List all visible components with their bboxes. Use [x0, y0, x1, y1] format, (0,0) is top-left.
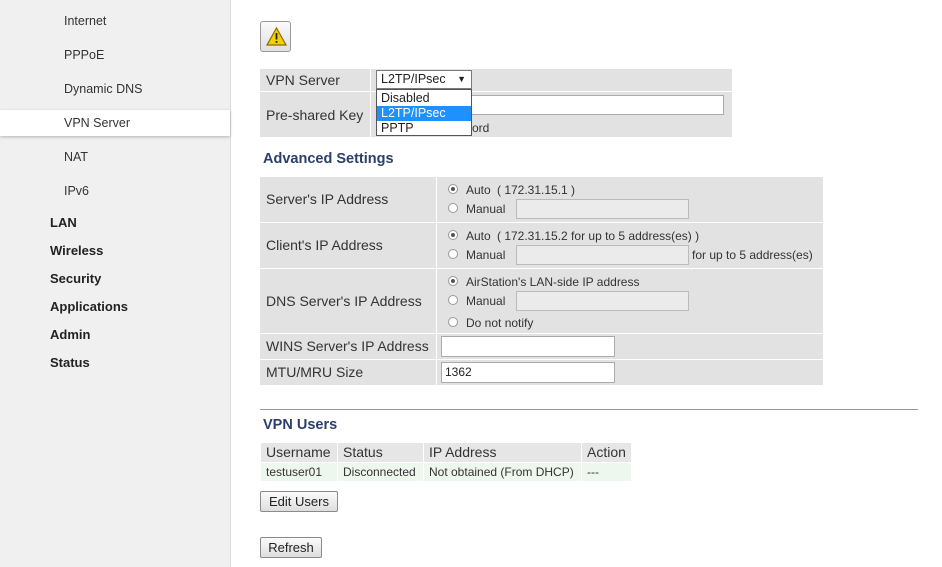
server-ip-manual-radio[interactable] — [448, 203, 458, 213]
server-ip-label: Server's IP Address — [266, 191, 389, 207]
table-divider — [370, 69, 371, 137]
dns-manual-label: Manual — [466, 294, 506, 308]
mtu-mru-input[interactable]: 1362 — [441, 362, 615, 383]
dns-lan-label: AirStation's LAN-side IP address — [466, 275, 640, 289]
edit-users-button[interactable]: Edit Users — [260, 491, 338, 512]
sidebar-item-pppoe[interactable]: PPPoE — [0, 42, 230, 68]
table-row: testuser01 — [261, 463, 337, 481]
warning-button[interactable] — [260, 21, 291, 52]
dns-none-label: Do not notify — [466, 316, 534, 330]
sidebar-item-admin[interactable]: Admin — [50, 327, 90, 342]
users-header-status: Status — [338, 443, 423, 462]
dns-none-radio[interactable] — [448, 317, 458, 327]
option-l2tp-ipsec[interactable]: L2TP/IPsec — [377, 106, 471, 121]
sidebar-item-internet[interactable]: Internet — [0, 8, 230, 34]
table-row: --- — [582, 463, 631, 481]
client-ip-auto-label: Auto — [466, 229, 491, 243]
triangle-down-icon: ▼ — [457, 74, 466, 84]
refresh-button[interactable]: Refresh — [260, 537, 322, 558]
dns-manual-radio[interactable] — [448, 295, 458, 305]
sidebar-divider — [230, 0, 231, 567]
table-divider — [260, 91, 732, 92]
vpn-users-title: VPN Users — [263, 417, 338, 433]
table-divider — [260, 222, 823, 223]
dns-manual-input[interactable] — [516, 291, 689, 311]
sidebar-item-vpn-server[interactable]: VPN Server — [0, 110, 230, 136]
option-pptp[interactable]: PPTP — [377, 121, 471, 136]
table-row: Not obtained (From DHCP) — [424, 463, 581, 481]
warning-icon — [266, 27, 287, 46]
pre-shared-key-label: Pre-shared Key — [266, 107, 364, 123]
wins-server-input[interactable] — [441, 336, 615, 357]
client-ip-auto-radio[interactable] — [448, 230, 458, 240]
table-divider — [260, 333, 823, 334]
client-ip-manual-radio[interactable] — [448, 249, 458, 259]
sidebar-item-lan[interactable]: LAN — [50, 215, 77, 230]
server-ip-auto-label: Auto — [466, 183, 491, 197]
sidebar-item-dynamic-dns[interactable]: Dynamic DNS — [0, 76, 230, 102]
server-ip-auto-radio[interactable] — [448, 184, 458, 194]
sidebar-item-nat[interactable]: NAT — [0, 144, 230, 170]
sidebar-item-applications[interactable]: Applications — [50, 299, 128, 314]
users-header-username: Username — [261, 443, 337, 462]
server-ip-auto-value: ( 172.31.15.1 ) — [497, 183, 576, 197]
client-ip-manual-label: Manual — [466, 248, 506, 262]
client-ip-suffix: for up to 5 address(es) — [692, 248, 813, 262]
sidebar-item-status[interactable]: Status — [50, 355, 90, 370]
table-row: Disconnected — [338, 463, 423, 481]
users-header-ip-address: IP Address — [424, 443, 581, 462]
client-ip-auto-value: ( 172.31.15.2 for up to 5 address(es) ) — [497, 229, 700, 243]
section-divider — [260, 409, 918, 410]
pre-shared-key-input[interactable] — [470, 95, 724, 115]
table-divider — [260, 359, 823, 360]
sidebar-item-security[interactable]: Security — [50, 271, 101, 286]
show-password-label: ord — [472, 121, 490, 135]
server-ip-manual-input[interactable] — [516, 199, 689, 219]
mtu-mru-label: MTU/MRU Size — [266, 364, 364, 380]
vpn-server-select[interactable]: L2TP/IPsec ▼ — [376, 70, 472, 89]
client-ip-label: Client's IP Address — [266, 237, 383, 253]
sidebar-item-ipv6[interactable]: IPv6 — [0, 178, 230, 204]
option-disabled[interactable]: Disabled — [377, 91, 471, 106]
client-ip-manual-input[interactable] — [516, 245, 689, 265]
sidebar-item-wireless[interactable]: Wireless — [50, 243, 103, 258]
dns-server-label: DNS Server's IP Address — [266, 293, 422, 309]
dns-lan-radio[interactable] — [448, 276, 458, 286]
vpn-server-dropdown: Disabled L2TP/IPsec PPTP — [376, 89, 472, 136]
advanced-settings-title: Advanced Settings — [263, 151, 394, 167]
table-divider — [260, 268, 823, 269]
users-header-action: Action — [582, 443, 631, 462]
server-ip-manual-label: Manual — [466, 202, 506, 216]
table-divider — [436, 177, 437, 385]
wins-server-label: WINS Server's IP Address — [266, 338, 429, 354]
vpn-server-label: VPN Server — [266, 72, 340, 88]
